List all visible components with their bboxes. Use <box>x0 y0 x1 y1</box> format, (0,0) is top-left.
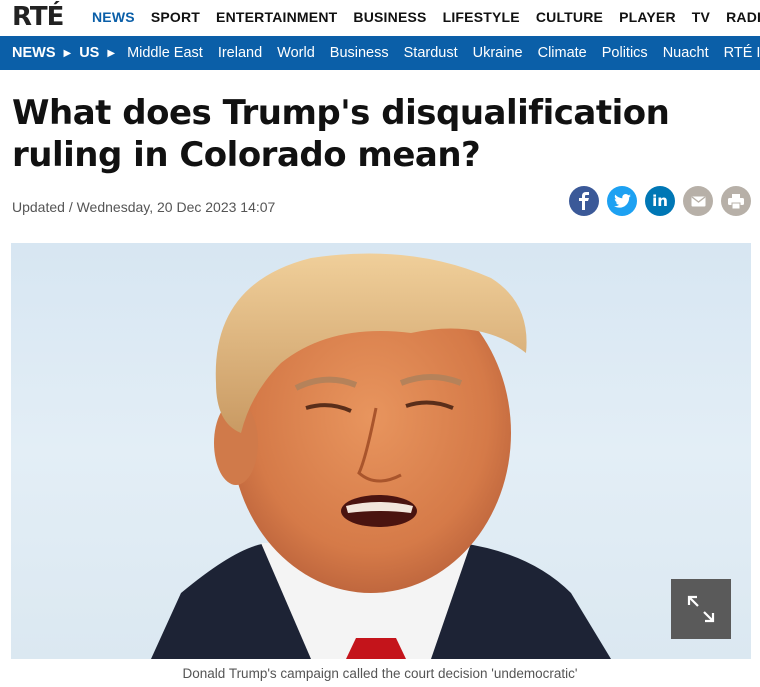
section-item-politics[interactable]: Politics <box>602 45 648 61</box>
section-item-ireland[interactable]: Ireland <box>218 45 262 61</box>
main-nav: NEWS SPORT ENTERTAINMENT BUSINESS LIFEST… <box>92 9 760 25</box>
breadcrumb-us[interactable]: US <box>79 45 99 61</box>
nav-business[interactable]: BUSINESS <box>353 9 426 25</box>
nav-radio[interactable]: RADIO <box>726 9 760 25</box>
section-item-ukraine[interactable]: Ukraine <box>473 45 523 61</box>
breadcrumb-arrow-icon: ▶ <box>107 47 116 59</box>
facebook-icon[interactable] <box>569 186 599 216</box>
image-caption: Donald Trump's campaign called the court… <box>182 666 578 681</box>
nav-lifestyle[interactable]: LIFESTYLE <box>443 9 520 25</box>
linkedin-icon[interactable]: in <box>645 186 675 216</box>
section-item-world[interactable]: World <box>277 45 315 61</box>
section-item-middle-east[interactable]: Middle East <box>127 45 203 61</box>
print-icon[interactable] <box>721 186 751 216</box>
share-bar: in <box>569 186 751 216</box>
section-item-rte-i[interactable]: RTÉ I <box>724 45 760 61</box>
expand-icon <box>687 595 715 623</box>
expand-image-button[interactable] <box>671 579 731 639</box>
nav-news[interactable]: NEWS <box>92 9 135 25</box>
section-item-nuacht[interactable]: Nuacht <box>663 45 709 61</box>
hero-image <box>11 243 751 659</box>
section-nav: NEWS ▶ US ▶ Middle East Ireland World Bu… <box>0 36 760 70</box>
breadcrumb-arrow-icon: ▶ <box>63 47 72 59</box>
updated-timestamp: Updated / Wednesday, 20 Dec 2023 14:07 <box>12 199 276 215</box>
nav-entertainment[interactable]: ENTERTAINMENT <box>216 9 337 25</box>
breadcrumb-news[interactable]: NEWS <box>12 45 56 61</box>
nav-culture[interactable]: CULTURE <box>536 9 603 25</box>
rte-logo[interactable]: RTÉ <box>12 2 64 32</box>
top-bar: RTÉ NEWS SPORT ENTERTAINMENT BUSINESS LI… <box>0 0 760 35</box>
section-item-business[interactable]: Business <box>330 45 389 61</box>
twitter-icon[interactable] <box>607 186 637 216</box>
article-title: What does Trump's disqualification rulin… <box>12 93 670 175</box>
section-item-stardust[interactable]: Stardust <box>404 45 458 61</box>
email-icon[interactable] <box>683 186 713 216</box>
nav-tv[interactable]: TV <box>692 9 710 25</box>
section-item-climate[interactable]: Climate <box>538 45 587 61</box>
nav-sport[interactable]: SPORT <box>151 9 200 25</box>
nav-player[interactable]: PLAYER <box>619 9 676 25</box>
